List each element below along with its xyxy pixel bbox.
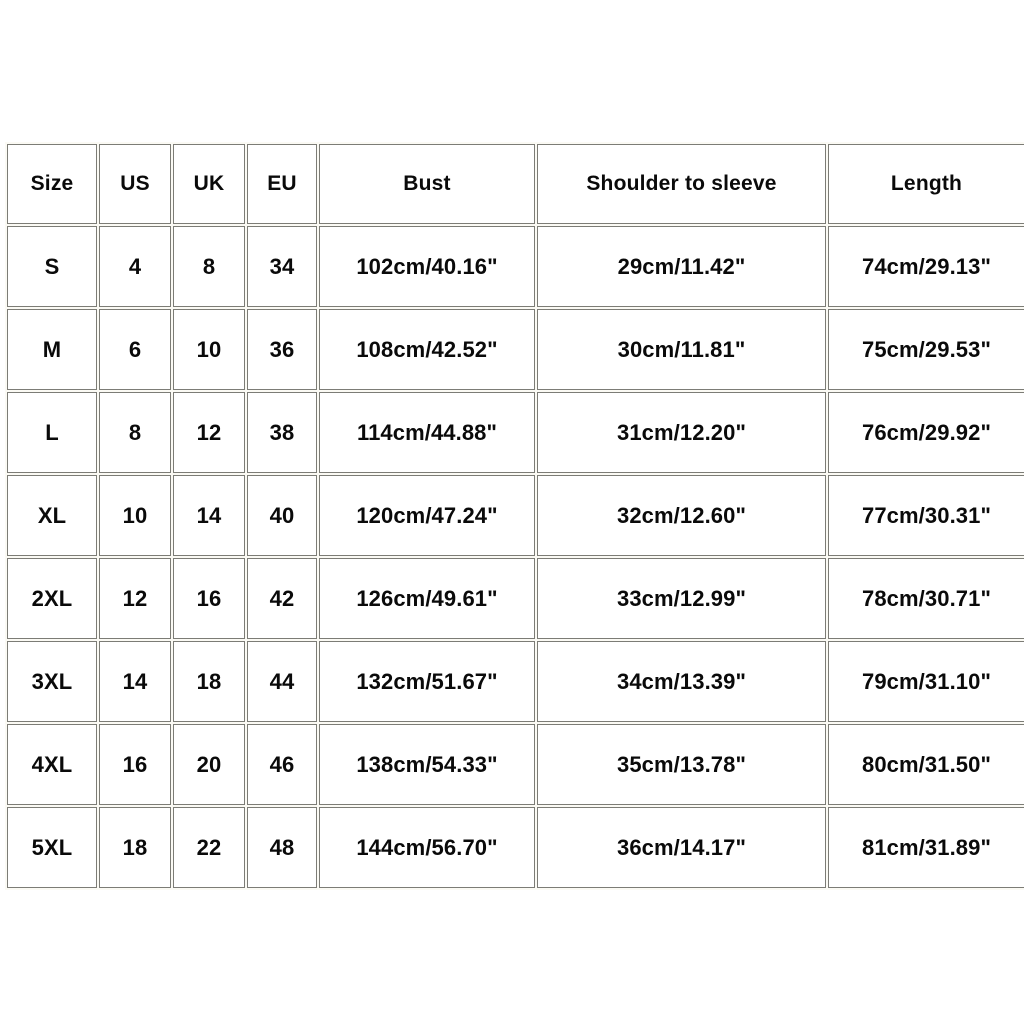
column-header-uk: UK xyxy=(173,144,245,224)
cell-length: 74cm/29.13" xyxy=(828,226,1024,307)
cell-size: 4XL xyxy=(7,724,97,805)
cell-length: 77cm/30.31" xyxy=(828,475,1024,556)
cell-eu: 40 xyxy=(247,475,317,556)
table-body: S 4 8 34 102cm/40.16" 29cm/11.42" 74cm/2… xyxy=(7,226,1024,888)
cell-uk: 14 xyxy=(173,475,245,556)
cell-size: 2XL xyxy=(7,558,97,639)
cell-uk: 22 xyxy=(173,807,245,888)
cell-bust: 120cm/47.24" xyxy=(319,475,535,556)
page-root: Size US UK EU Bust Shoulder to sleeve Le… xyxy=(0,0,1024,1024)
table-row: XL 10 14 40 120cm/47.24" 32cm/12.60" 77c… xyxy=(7,475,1024,556)
cell-length: 75cm/29.53" xyxy=(828,309,1024,390)
table-row: M 6 10 36 108cm/42.52" 30cm/11.81" 75cm/… xyxy=(7,309,1024,390)
table-row: 3XL 14 18 44 132cm/51.67" 34cm/13.39" 79… xyxy=(7,641,1024,722)
cell-eu: 36 xyxy=(247,309,317,390)
cell-shoulder: 29cm/11.42" xyxy=(537,226,826,307)
cell-uk: 20 xyxy=(173,724,245,805)
cell-size: 3XL xyxy=(7,641,97,722)
cell-bust: 108cm/42.52" xyxy=(319,309,535,390)
cell-us: 18 xyxy=(99,807,171,888)
cell-length: 80cm/31.50" xyxy=(828,724,1024,805)
column-header-size: Size xyxy=(7,144,97,224)
cell-shoulder: 33cm/12.99" xyxy=(537,558,826,639)
cell-eu: 38 xyxy=(247,392,317,473)
cell-us: 4 xyxy=(99,226,171,307)
header-row: Size US UK EU Bust Shoulder to sleeve Le… xyxy=(7,144,1024,224)
cell-length: 79cm/31.10" xyxy=(828,641,1024,722)
cell-size: L xyxy=(7,392,97,473)
cell-shoulder: 30cm/11.81" xyxy=(537,309,826,390)
cell-eu: 42 xyxy=(247,558,317,639)
cell-eu: 46 xyxy=(247,724,317,805)
cell-bust: 126cm/49.61" xyxy=(319,558,535,639)
cell-us: 16 xyxy=(99,724,171,805)
table-row: 5XL 18 22 48 144cm/56.70" 36cm/14.17" 81… xyxy=(7,807,1024,888)
cell-shoulder: 36cm/14.17" xyxy=(537,807,826,888)
cell-us: 6 xyxy=(99,309,171,390)
column-header-shoulder: Shoulder to sleeve xyxy=(537,144,826,224)
column-header-eu: EU xyxy=(247,144,317,224)
cell-bust: 114cm/44.88" xyxy=(319,392,535,473)
cell-length: 81cm/31.89" xyxy=(828,807,1024,888)
size-chart-table: Size US UK EU Bust Shoulder to sleeve Le… xyxy=(5,142,1024,890)
cell-bust: 132cm/51.67" xyxy=(319,641,535,722)
cell-size: S xyxy=(7,226,97,307)
table-row: S 4 8 34 102cm/40.16" 29cm/11.42" 74cm/2… xyxy=(7,226,1024,307)
cell-size: XL xyxy=(7,475,97,556)
cell-size: M xyxy=(7,309,97,390)
column-header-length: Length xyxy=(828,144,1024,224)
cell-us: 8 xyxy=(99,392,171,473)
cell-shoulder: 32cm/12.60" xyxy=(537,475,826,556)
cell-size: 5XL xyxy=(7,807,97,888)
cell-bust: 102cm/40.16" xyxy=(319,226,535,307)
cell-uk: 16 xyxy=(173,558,245,639)
table-row: 4XL 16 20 46 138cm/54.33" 35cm/13.78" 80… xyxy=(7,724,1024,805)
cell-length: 76cm/29.92" xyxy=(828,392,1024,473)
cell-shoulder: 35cm/13.78" xyxy=(537,724,826,805)
cell-us: 14 xyxy=(99,641,171,722)
cell-us: 10 xyxy=(99,475,171,556)
cell-eu: 44 xyxy=(247,641,317,722)
cell-eu: 48 xyxy=(247,807,317,888)
cell-shoulder: 34cm/13.39" xyxy=(537,641,826,722)
cell-us: 12 xyxy=(99,558,171,639)
cell-uk: 12 xyxy=(173,392,245,473)
cell-uk: 18 xyxy=(173,641,245,722)
cell-bust: 138cm/54.33" xyxy=(319,724,535,805)
cell-length: 78cm/30.71" xyxy=(828,558,1024,639)
table-header: Size US UK EU Bust Shoulder to sleeve Le… xyxy=(7,144,1024,224)
table-row: L 8 12 38 114cm/44.88" 31cm/12.20" 76cm/… xyxy=(7,392,1024,473)
column-header-us: US xyxy=(99,144,171,224)
table-row: 2XL 12 16 42 126cm/49.61" 33cm/12.99" 78… xyxy=(7,558,1024,639)
column-header-bust: Bust xyxy=(319,144,535,224)
cell-uk: 10 xyxy=(173,309,245,390)
cell-uk: 8 xyxy=(173,226,245,307)
cell-bust: 144cm/56.70" xyxy=(319,807,535,888)
size-chart-container: Size US UK EU Bust Shoulder to sleeve Le… xyxy=(5,142,1024,890)
cell-shoulder: 31cm/12.20" xyxy=(537,392,826,473)
cell-eu: 34 xyxy=(247,226,317,307)
